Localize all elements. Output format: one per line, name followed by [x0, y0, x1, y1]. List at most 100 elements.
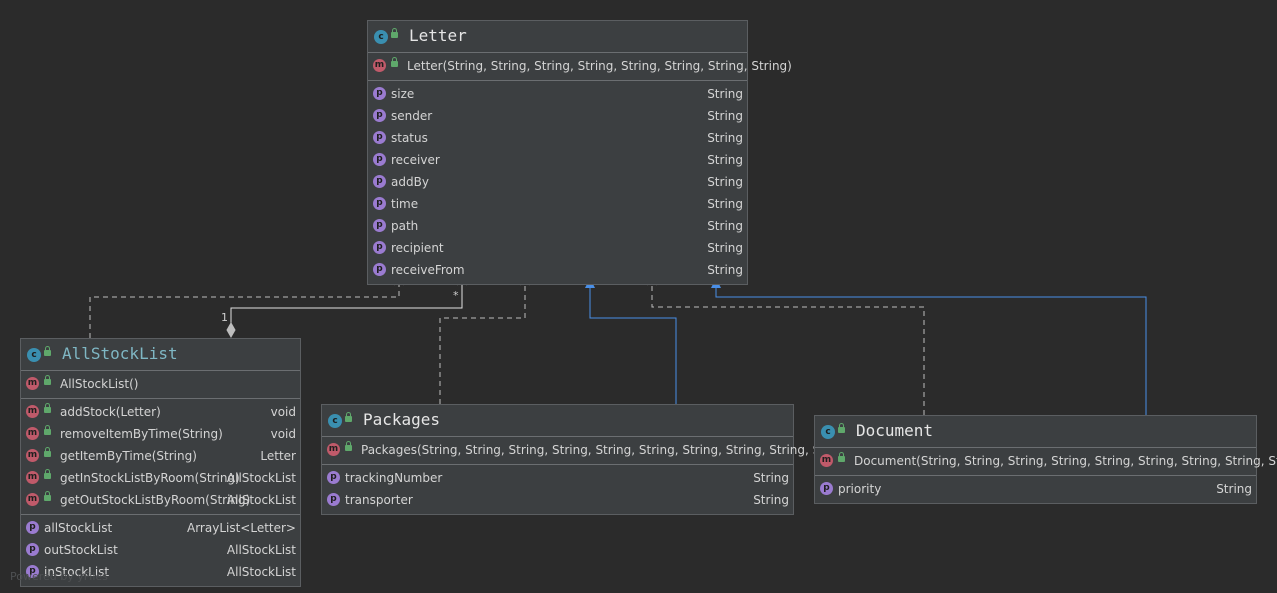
- method-signature: addStock(Letter): [60, 405, 161, 419]
- class-icon: c: [821, 425, 835, 439]
- constructor-row[interactable]: m Letter(String, String, String, String,…: [368, 55, 792, 77]
- property-name: size: [391, 87, 415, 101]
- property-icon: p: [373, 263, 386, 276]
- property-type: ArrayList<Letter>: [187, 521, 296, 535]
- method-icon: m: [327, 443, 340, 456]
- property-type: String: [707, 263, 743, 277]
- property-row[interactable]: p receiver String: [368, 149, 747, 171]
- method-row[interactable]: m getInStockListByRoom(String) AllStockLis…: [21, 467, 300, 489]
- property-row[interactable]: p path String: [368, 215, 747, 237]
- method-icon: m: [26, 427, 39, 440]
- property-name: recipient: [391, 241, 444, 255]
- constructor-signature: Document(String, String, String, String,…: [854, 454, 1277, 468]
- property-icon: p: [26, 521, 39, 534]
- property-type: String: [753, 471, 789, 485]
- lock-icon: [391, 28, 398, 38]
- class-header[interactable]: c Packages: [322, 405, 793, 436]
- property-type: String: [707, 153, 743, 167]
- method-return-type: Letter: [260, 449, 296, 463]
- property-name: outStockList: [44, 543, 118, 557]
- property-icon: p: [373, 153, 386, 166]
- property-icon: p: [373, 109, 386, 122]
- properties-section: p trackingNumber String p transporter String: [322, 464, 793, 514]
- property-row[interactable]: p priority String: [815, 478, 1256, 500]
- property-name: receiveFrom: [391, 263, 465, 277]
- property-row[interactable]: p time String: [368, 193, 747, 215]
- inheritance-document-letter: [715, 288, 1147, 415]
- class-allstocklist[interactable]: c AllStockList m AllStockList() m addStoc…: [20, 338, 301, 587]
- class-header[interactable]: c AllStockList: [21, 339, 300, 370]
- constructor-row[interactable]: m Packages(String, String, String, Strin…: [322, 439, 853, 461]
- class-document[interactable]: c Document m Document(String, String, St…: [814, 415, 1277, 504]
- property-row[interactable]: p addBy String: [368, 171, 747, 193]
- property-type: AllStockList: [226, 543, 296, 557]
- property-row[interactable]: p size String: [368, 83, 747, 105]
- lock-icon: [44, 469, 51, 479]
- constructor-row[interactable]: m Document(String, String, String, Strin…: [815, 450, 1277, 472]
- class-header[interactable]: c Letter: [368, 21, 747, 52]
- method-row[interactable]: m getOutStockListByRoom(String) AllStockLi…: [21, 489, 300, 511]
- property-row[interactable]: p allStockList ArrayList<Letter>: [21, 517, 300, 539]
- property-icon: p: [373, 175, 386, 188]
- lock-icon: [44, 447, 51, 457]
- class-name: AllStockList: [62, 344, 178, 363]
- property-name: trackingNumber: [345, 471, 443, 485]
- property-name: allStockList: [44, 521, 113, 535]
- class-icon: c: [374, 30, 388, 44]
- methods-section: m addStock(Letter) void m removeItemByTime(…: [21, 398, 300, 514]
- property-name: priority: [838, 482, 882, 496]
- lock-icon: [391, 57, 398, 67]
- class-icon: c: [27, 348, 41, 362]
- property-icon: p: [373, 197, 386, 210]
- aggregation-allstocklist-letter: [230, 279, 463, 323]
- property-row[interactable]: p recipient String: [368, 237, 747, 259]
- method-icon: m: [26, 449, 39, 462]
- property-row[interactable]: p trackingNumber String: [322, 467, 793, 489]
- class-header[interactable]: c Document: [815, 416, 1256, 447]
- dependency-document-letter: [651, 279, 925, 415]
- lock-icon: [44, 403, 51, 413]
- property-icon: p: [820, 482, 833, 495]
- class-packages[interactable]: c Packages m Packages(String, String, St…: [321, 404, 853, 515]
- constructor-signature: Packages(String, String, String, String,…: [361, 443, 854, 457]
- property-row[interactable]: p receiveFrom String: [368, 259, 747, 281]
- property-name: status: [391, 131, 428, 145]
- method-row[interactable]: m getItemByTime(String) Letter: [21, 445, 300, 467]
- property-type: String: [1216, 482, 1252, 496]
- multiplicity-many: *: [453, 289, 459, 302]
- constructors-section: m Packages(String, String, String, Strin…: [322, 436, 853, 464]
- constructor-row[interactable]: m AllStockList(): [21, 373, 300, 395]
- method-icon: m: [373, 59, 386, 72]
- constructor-signature: AllStockList(): [60, 377, 139, 391]
- method-row[interactable]: m removeItemByTime(String) void: [21, 423, 300, 445]
- property-icon: p: [327, 493, 340, 506]
- property-row[interactable]: p outStockList AllStockList: [21, 539, 300, 561]
- property-name: sender: [391, 109, 433, 123]
- class-letter[interactable]: c Letter m Letter(String, String, String…: [367, 20, 792, 285]
- aggregation-diamond: [226, 321, 236, 339]
- method-icon: m: [820, 454, 833, 467]
- lock-icon: [44, 491, 51, 501]
- property-name: time: [391, 197, 419, 211]
- property-type: String: [707, 109, 743, 123]
- class-name: Packages: [363, 410, 441, 429]
- inheritance-packages-letter: [589, 288, 677, 404]
- property-row[interactable]: p status String: [368, 127, 747, 149]
- method-icon: m: [26, 471, 39, 484]
- method-icon: m: [26, 405, 39, 418]
- constructor-signature: Letter(String, String, String, String, S…: [407, 59, 792, 73]
- property-row[interactable]: p transporter String: [322, 489, 793, 511]
- constructors-section: m AllStockList(): [21, 370, 300, 398]
- property-row[interactable]: p sender String: [368, 105, 747, 127]
- method-return-type: AllStockList: [226, 471, 296, 485]
- lock-icon: [345, 412, 352, 422]
- property-name: receiver: [391, 153, 440, 167]
- lock-icon: [838, 452, 845, 462]
- property-name: addBy: [391, 175, 429, 189]
- property-type: String: [707, 241, 743, 255]
- method-return-type: void: [270, 427, 296, 441]
- property-icon: p: [373, 219, 386, 232]
- method-row[interactable]: m addStock(Letter) void: [21, 401, 300, 423]
- property-icon: p: [373, 131, 386, 144]
- class-name: Letter: [409, 26, 467, 45]
